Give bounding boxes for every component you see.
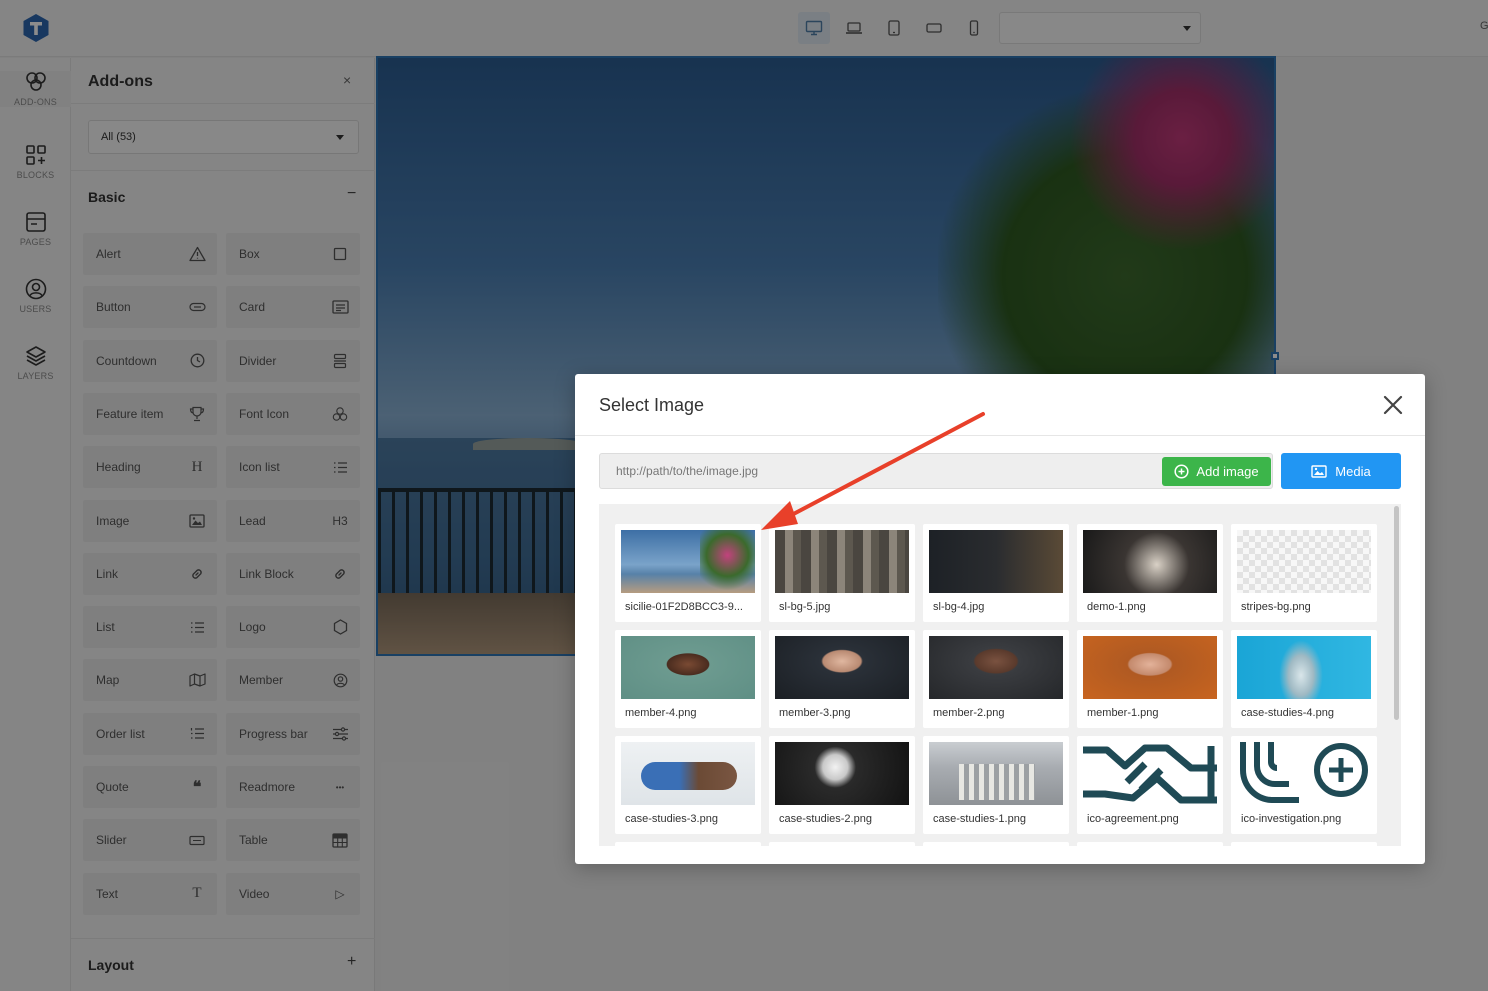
image-thumbnail — [775, 742, 909, 805]
image-thumbnail — [621, 530, 755, 593]
modal-header: Select Image — [575, 374, 1425, 436]
image-grid: sicilie-01F2D8BCC3-9... sl-bg-5.jpg sl-bg-… — [599, 504, 1401, 846]
select-image-modal: Select Image Add image Media sicilie-01F… — [575, 374, 1425, 864]
image-filename: member-3.png — [779, 707, 851, 719]
image-thumbnail — [1237, 530, 1371, 593]
image-tile[interactable] — [615, 842, 761, 846]
close-icon[interactable] — [1381, 393, 1405, 417]
image-filename: ico-agreement.png — [1087, 813, 1179, 825]
image-thumbnail — [775, 636, 909, 699]
add-image-button[interactable]: Add image — [1162, 457, 1271, 486]
image-tile[interactable]: member-1.png — [1077, 630, 1223, 728]
image-tile[interactable]: sl-bg-4.jpg — [923, 524, 1069, 622]
image-filename: sl-bg-4.jpg — [933, 601, 985, 613]
image-filename: member-1.png — [1087, 707, 1159, 719]
image-thumbnail — [621, 636, 755, 699]
image-filename: stripes-bg.png — [1241, 601, 1311, 613]
image-filename: sl-bg-5.jpg — [779, 601, 831, 613]
image-tile[interactable]: sicilie-01F2D8BCC3-9... — [615, 524, 761, 622]
image-tile[interactable]: case-studies-1.png — [923, 736, 1069, 834]
modal-title: Select Image — [599, 395, 705, 415]
image-filename: member-4.png — [625, 707, 697, 719]
image-gallery-icon — [1311, 464, 1327, 478]
grid-scrollbar[interactable] — [1392, 504, 1401, 846]
plus-circle-icon — [1174, 464, 1189, 479]
image-tile[interactable] — [769, 842, 915, 846]
image-thumbnail — [929, 530, 1063, 593]
image-tile[interactable]: case-studies-4.png — [1231, 630, 1377, 728]
image-thumbnail — [1237, 636, 1371, 699]
scrollbar-thumb[interactable] — [1394, 506, 1399, 720]
image-thumbnail — [1083, 636, 1217, 699]
image-tile[interactable]: ico-investigation.png — [1231, 736, 1377, 834]
image-tile[interactable] — [923, 842, 1069, 846]
image-tile[interactable]: member-3.png — [769, 630, 915, 728]
image-tile[interactable] — [1231, 842, 1377, 846]
image-filename: case-studies-3.png — [625, 813, 718, 825]
image-tile[interactable]: case-studies-2.png — [769, 736, 915, 834]
image-thumbnail — [929, 742, 1063, 805]
add-image-label: Add image — [1196, 464, 1259, 479]
image-filename: case-studies-1.png — [933, 813, 1026, 825]
image-tile[interactable]: demo-1.png — [1077, 524, 1223, 622]
image-tile[interactable]: member-2.png — [923, 630, 1069, 728]
image-thumbnail — [621, 742, 755, 805]
image-filename: case-studies-2.png — [779, 813, 872, 825]
image-thumbnail — [775, 530, 909, 593]
image-tile[interactable]: stripes-bg.png — [1231, 524, 1377, 622]
image-thumbnail — [1083, 530, 1217, 593]
image-thumbnail — [1083, 742, 1217, 805]
image-filename: sicilie-01F2D8BCC3-9... — [625, 601, 743, 613]
image-tile[interactable]: member-4.png — [615, 630, 761, 728]
media-label: Media — [1335, 463, 1371, 479]
media-button[interactable]: Media — [1281, 453, 1401, 489]
image-filename: member-2.png — [933, 707, 1005, 719]
image-thumbnail — [929, 636, 1063, 699]
image-filename: ico-investigation.png — [1241, 813, 1342, 825]
image-filename: demo-1.png — [1087, 601, 1146, 613]
image-filename: case-studies-4.png — [1241, 707, 1334, 719]
image-tile[interactable]: sl-bg-5.jpg — [769, 524, 915, 622]
image-tile[interactable]: case-studies-3.png — [615, 736, 761, 834]
image-tile[interactable]: ico-agreement.png — [1077, 736, 1223, 834]
image-tile[interactable] — [1077, 842, 1223, 846]
image-thumbnail — [1237, 742, 1371, 805]
